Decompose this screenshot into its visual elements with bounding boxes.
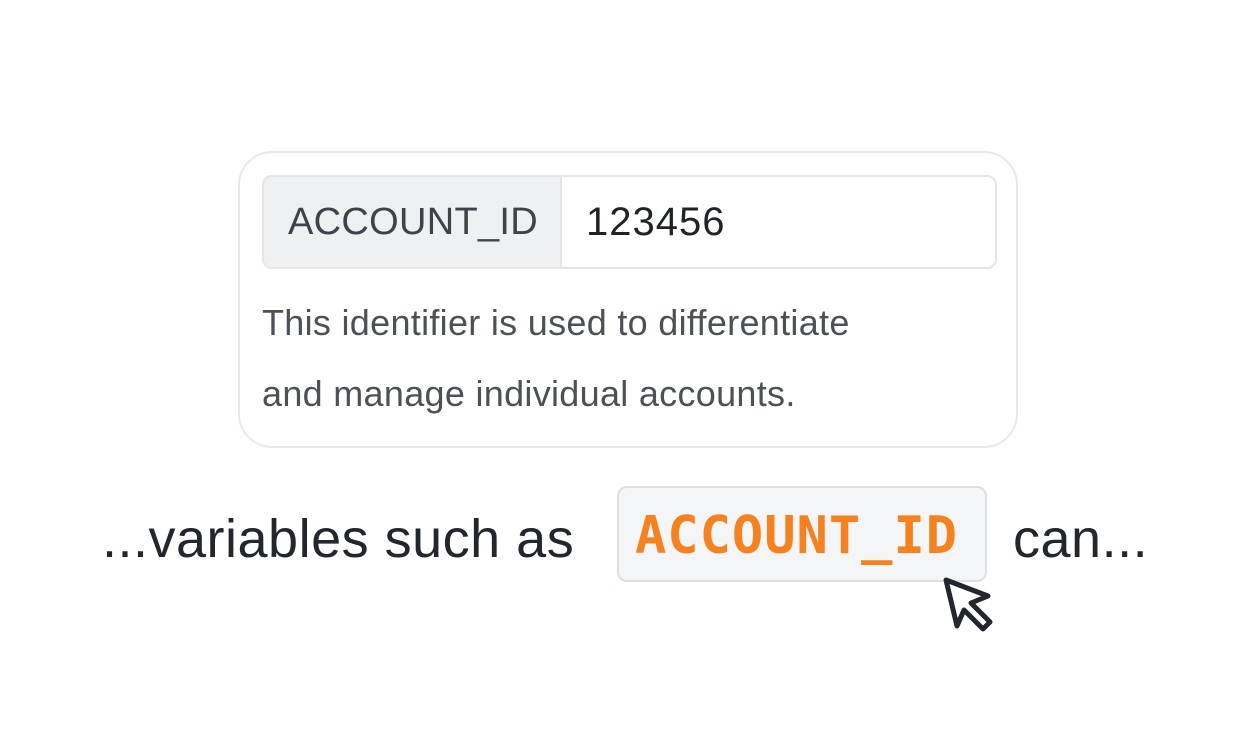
sentence-suffix: can... [1013, 509, 1149, 569]
mouse-pointer-icon [943, 577, 993, 632]
description-line-1: This identifier is used to differentiate [262, 302, 850, 343]
description-line-2: and manage individual accounts. [262, 373, 796, 414]
variable-description: This identifier is used to differentiate… [262, 287, 1002, 429]
variable-chip[interactable]: ACCOUNT_ID [617, 486, 987, 582]
documentation-sentence: ...variables such as ACCOUNT_ID can... [0, 486, 1260, 586]
variable-chip-label: ACCOUNT_ID [635, 506, 959, 566]
sentence-prefix: ...variables such as [102, 509, 575, 569]
variable-value-field[interactable]: 123456 [562, 177, 995, 267]
variable-name-label: ACCOUNT_ID [264, 177, 562, 267]
variable-tooltip-card: ACCOUNT_ID 123456 This identifier is use… [238, 151, 1018, 448]
variable-field: ACCOUNT_ID 123456 [262, 175, 997, 269]
